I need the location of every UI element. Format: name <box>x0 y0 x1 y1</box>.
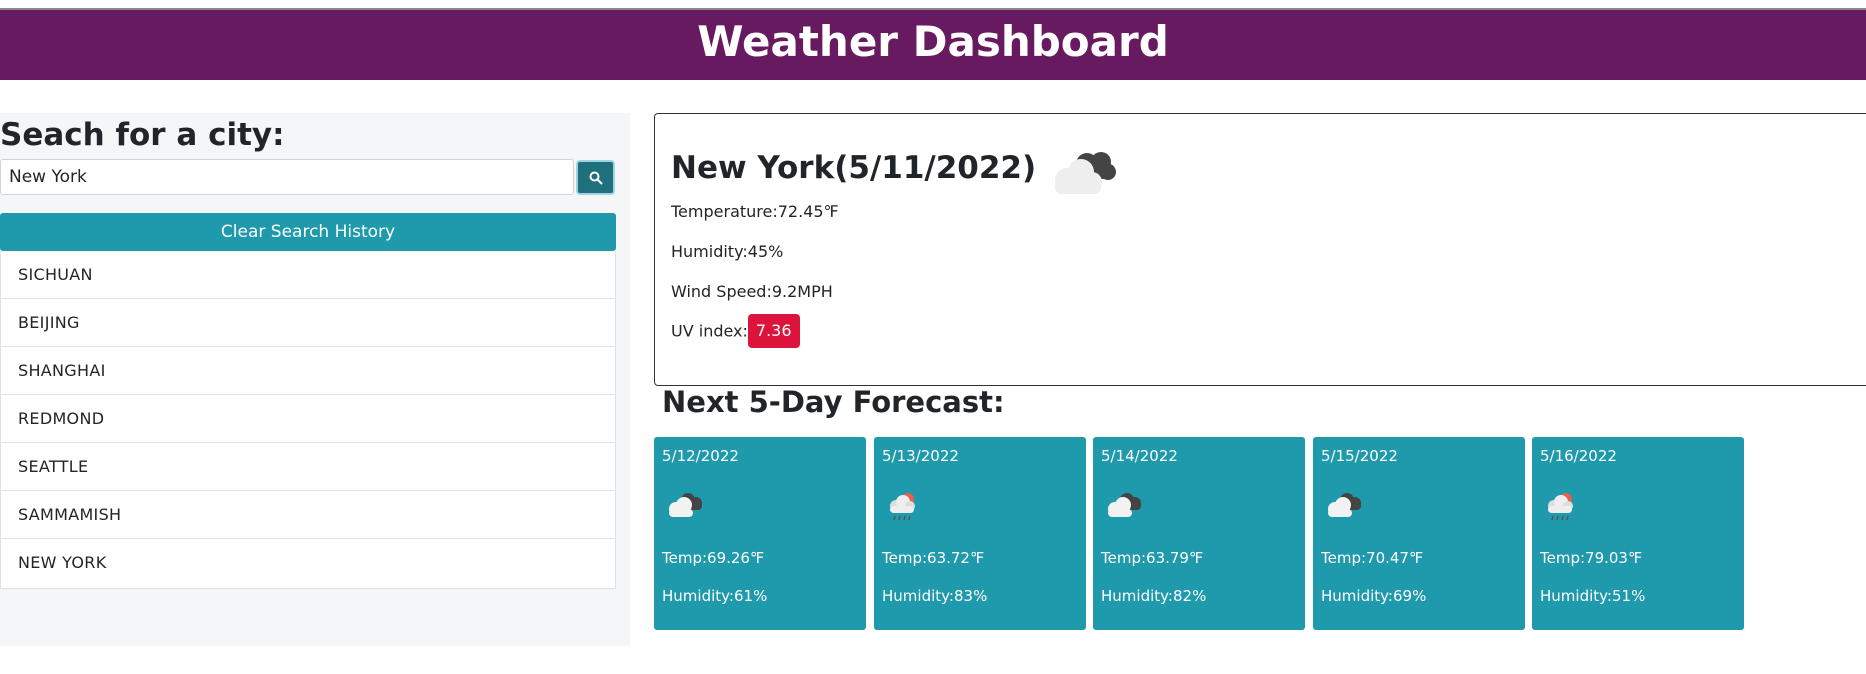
forecast-temp: Temp:79.03℉ <box>1540 549 1642 567</box>
forecast-humidity-value: 83% <box>953 587 988 605</box>
forecast-temp-value: 63.72℉ <box>927 549 985 567</box>
forecast-temp: Temp:63.72℉ <box>882 549 984 567</box>
humidity-value: 45% <box>747 242 784 261</box>
forecast-date: 5/16/2022 <box>1540 447 1617 465</box>
wind-value: 9.2MPH <box>771 282 833 301</box>
history-item[interactable]: SAMMAMISH <box>1 491 615 539</box>
history-item[interactable]: SHANGHAI <box>1 347 615 395</box>
humidity-label: Humidity: <box>671 242 748 261</box>
forecast-card: 5/15/2022 Temp:70.47℉ Humidity:69% <box>1313 437 1525 630</box>
uv-index-badge: 7.36 <box>747 314 800 348</box>
forecast-temp-label: Temp: <box>1321 549 1367 567</box>
forecast-humidity-label: Humidity: <box>882 587 954 605</box>
page-title: Weather Dashboard <box>697 17 1169 66</box>
forecast-title: Next 5-Day Forecast: <box>662 385 1005 419</box>
forecast-temp-label: Temp: <box>1101 549 1147 567</box>
cloudy-icon <box>664 489 706 525</box>
search-icon <box>589 171 602 184</box>
city-search-input[interactable] <box>0 159 574 195</box>
history-item[interactable]: REDMOND <box>1 395 615 443</box>
forecast-humidity-label: Humidity: <box>1540 587 1612 605</box>
forecast-card: 5/16/2022 Temp:79.03℉ Humidity:51% <box>1532 437 1744 630</box>
uv-label: UV index: <box>671 321 748 341</box>
forecast-temp-label: Temp: <box>662 549 708 567</box>
search-history-list: SICHUAN BEIJING SHANGHAI REDMOND SEATTLE SAMM… <box>0 251 616 589</box>
forecast-humidity-value: 82% <box>1172 587 1207 605</box>
current-wind: Wind Speed:9.2MPH <box>671 282 833 301</box>
forecast-humidity-label: Humidity: <box>1321 587 1393 605</box>
rain-icon <box>884 489 926 529</box>
forecast-humidity-label: Humidity: <box>1101 587 1173 605</box>
forecast-date: 5/13/2022 <box>882 447 959 465</box>
forecast-card: 5/13/2022 Temp:63.72℉ Humidity:83% <box>874 437 1086 630</box>
forecast-temp: Temp:70.47℉ <box>1321 549 1423 567</box>
forecast-humidity-value: 51% <box>1611 587 1646 605</box>
forecast-temp-label: Temp: <box>1540 549 1586 567</box>
forecast-humidity: Humidity:51% <box>1540 587 1645 605</box>
forecast-humidity: Humidity:69% <box>1321 587 1426 605</box>
forecast-temp-value: 79.03℉ <box>1585 549 1643 567</box>
forecast-temp-value: 70.47℉ <box>1366 549 1424 567</box>
forecast-temp: Temp:63.79℉ <box>1101 549 1203 567</box>
forecast-date: 5/15/2022 <box>1321 447 1398 465</box>
forecast-humidity-label: Humidity: <box>662 587 734 605</box>
current-uv: UV index: 7.36 <box>671 314 800 348</box>
clear-history-button[interactable]: Clear Search History <box>0 213 616 251</box>
forecast-humidity: Humidity:83% <box>882 587 987 605</box>
forecast-temp-value: 69.26℉ <box>707 549 765 567</box>
forecast-card: 5/12/2022 Temp:69.26℉ Humidity:61% <box>654 437 866 630</box>
wind-label: Wind Speed: <box>671 282 772 301</box>
current-city-title: New York(5/11/2022) <box>671 150 1037 186</box>
forecast-humidity-value: 69% <box>1392 587 1427 605</box>
partly-cloudy-icon <box>1045 144 1125 208</box>
current-temperature: Temperature:72.45℉ <box>671 202 839 221</box>
forecast-humidity: Humidity:82% <box>1101 587 1206 605</box>
forecast-temp: Temp:69.26℉ <box>662 549 764 567</box>
forecast-date: 5/12/2022 <box>662 447 739 465</box>
forecast-humidity-value: 61% <box>733 587 768 605</box>
forecast-humidity: Humidity:61% <box>662 587 767 605</box>
history-item[interactable]: BEIJING <box>1 299 615 347</box>
cloudy-icon <box>1103 489 1145 525</box>
forecast-temp-value: 63.79℉ <box>1146 549 1204 567</box>
forecast-card: 5/14/2022 Temp:63.79℉ Humidity:82% <box>1093 437 1305 630</box>
rain-icon <box>1542 489 1584 529</box>
history-item[interactable]: SEATTLE <box>1 443 615 491</box>
current-weather-card: New York(5/11/2022) Temperature:72.45℉ H… <box>654 113 1866 386</box>
history-item[interactable]: NEW YORK <box>1 539 615 588</box>
forecast-date: 5/14/2022 <box>1101 447 1178 465</box>
current-humidity: Humidity:45% <box>671 242 783 261</box>
temperature-value: 72.45℉ <box>777 202 839 221</box>
cloudy-icon <box>1323 489 1365 525</box>
search-sidebar: Seach for a city: Clear Search History S… <box>0 113 630 646</box>
search-button[interactable] <box>576 160 615 195</box>
forecast-temp-label: Temp: <box>882 549 928 567</box>
search-heading: Seach for a city: <box>0 117 285 153</box>
page-header: Weather Dashboard <box>0 10 1866 80</box>
temperature-label: Temperature: <box>671 202 778 221</box>
history-item[interactable]: SICHUAN <box>1 251 615 299</box>
